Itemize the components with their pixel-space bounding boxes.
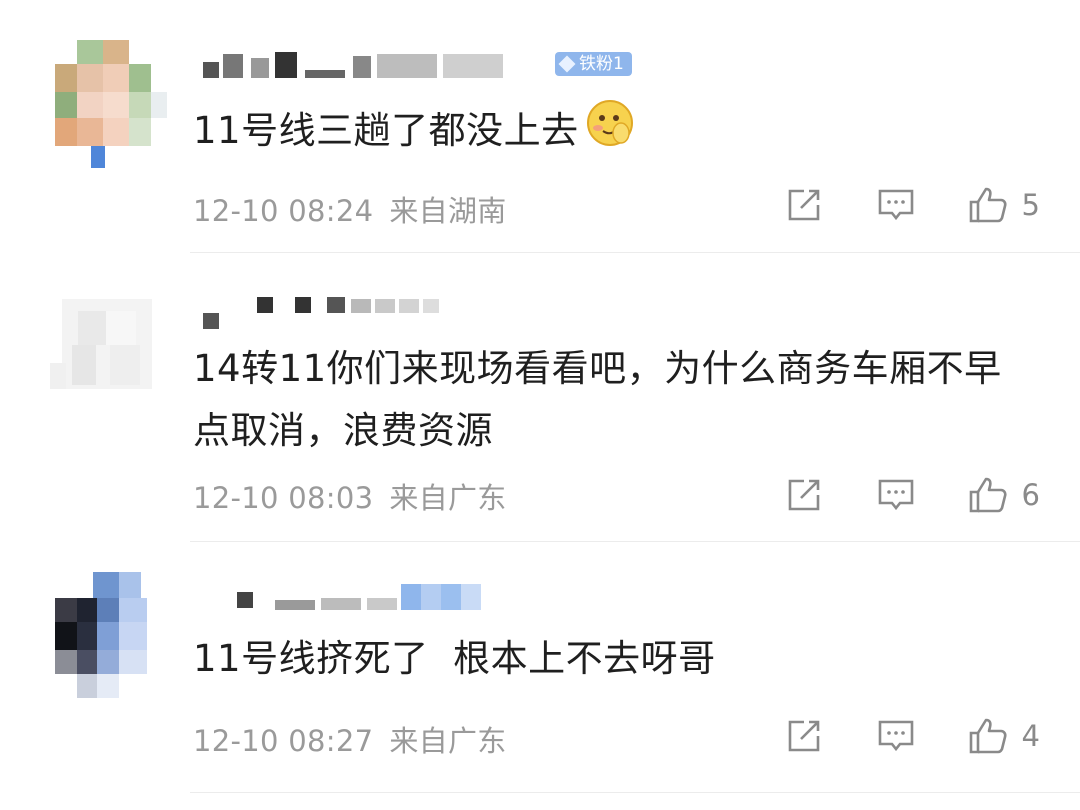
avatar[interactable] bbox=[50, 293, 162, 421]
share-icon[interactable] bbox=[784, 716, 824, 756]
diamond-icon bbox=[558, 55, 576, 73]
comment-text-content: 11号线三趟了都没上去 bbox=[193, 109, 579, 152]
comment-actions: 6 bbox=[784, 475, 1040, 515]
comment-icon[interactable] bbox=[876, 716, 916, 756]
comment-meta: 12-10 08:03 来自广东 bbox=[193, 475, 507, 517]
comment-text: 11号线三趟了都没上去 bbox=[193, 98, 1020, 167]
comment-meta: 12-10 08:27 来自广东 bbox=[193, 718, 507, 760]
like-count: 5 bbox=[1021, 188, 1040, 222]
comment-date: 12-10 08:27 bbox=[193, 724, 374, 758]
username-blurred[interactable] bbox=[195, 295, 455, 329]
comment-icon[interactable] bbox=[876, 475, 916, 515]
comment-text: 14转11你们来现场看看吧，为什么商务车厢不早点取消，浪费资源 bbox=[193, 338, 1020, 462]
comment-text-content: 11号线挤死了 根本上不去呀哥 bbox=[193, 637, 716, 680]
comment-location: 来自广东 bbox=[389, 724, 507, 758]
comment-item: 14转11你们来现场看看吧，为什么商务车厢不早点取消，浪费资源 12-10 08… bbox=[0, 253, 1080, 542]
share-icon[interactable] bbox=[784, 475, 824, 515]
comment-text: 11号线挤死了 根本上不去呀哥 bbox=[193, 628, 1020, 690]
comment-actions: 5 bbox=[784, 185, 1040, 225]
like-count: 6 bbox=[1021, 478, 1040, 512]
fan-badge: 铁粉1 bbox=[555, 52, 632, 76]
comment-meta: 12-10 08:24 来自湖南 bbox=[193, 188, 507, 230]
comment-location: 来自湖南 bbox=[389, 194, 507, 228]
comment-icon[interactable] bbox=[876, 185, 916, 225]
share-icon[interactable] bbox=[784, 185, 824, 225]
thumbs-up-icon[interactable] bbox=[968, 185, 1008, 225]
avatar[interactable] bbox=[55, 572, 167, 700]
like-count: 4 bbox=[1021, 719, 1040, 753]
comment-date: 12-10 08:24 bbox=[193, 194, 374, 228]
comment-location: 来自广东 bbox=[389, 481, 507, 515]
comment-date: 12-10 08:03 bbox=[193, 481, 374, 515]
avatar[interactable] bbox=[55, 40, 167, 168]
thumbs-up-icon[interactable] bbox=[968, 475, 1008, 515]
comment-text-content: 14转11你们来现场看看吧，为什么商务车厢不早点取消，浪费资源 bbox=[193, 347, 1002, 452]
comment-actions: 4 bbox=[784, 716, 1040, 756]
thumbs-up-icon[interactable] bbox=[968, 716, 1008, 756]
comment-item: 11号线挤死了 根本上不去呀哥 12-10 08:27 来自广东 4 bbox=[0, 542, 1080, 810]
username-blurred[interactable] bbox=[195, 48, 555, 82]
comment-item: 铁粉1 11号线三趟了都没上去 12-10 08:24 来自湖南 5 bbox=[0, 0, 1080, 253]
username-blurred[interactable] bbox=[195, 582, 495, 616]
badge-label: 铁粉1 bbox=[579, 54, 624, 74]
divider bbox=[190, 792, 1080, 793]
shy-smile-emoji bbox=[585, 98, 635, 167]
